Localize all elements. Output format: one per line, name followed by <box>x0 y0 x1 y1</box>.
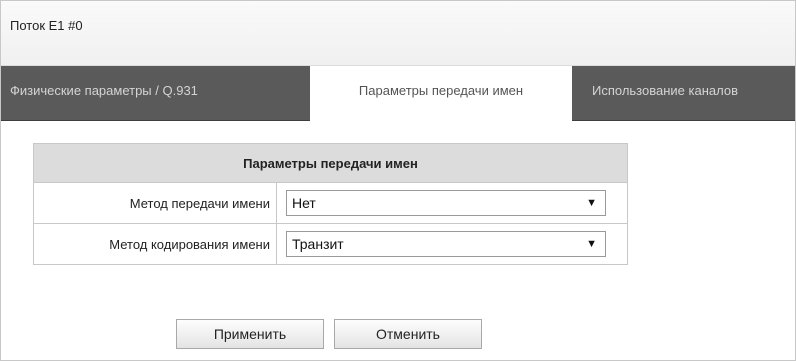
tab-name-transfer-params[interactable]: Параметры передачи имен <box>310 66 572 122</box>
cancel-button[interactable]: Отменить <box>334 319 482 349</box>
tab-physical-params[interactable]: Физические параметры / Q.931 <box>10 66 198 121</box>
name-transfer-method-label: Метод передачи имени <box>33 182 277 224</box>
params-table-header: Параметры передачи имен <box>33 143 628 183</box>
table-row: Метод кодирования имени Транзит ▼ <box>33 223 628 265</box>
chevron-down-icon: ▼ <box>586 197 597 209</box>
tab-channel-usage[interactable]: Использование каналов <box>592 66 738 121</box>
chevron-down-icon: ▼ <box>586 238 597 250</box>
name-transfer-method-select[interactable]: Нет ▼ <box>286 190 606 216</box>
window-title: Поток E1 #0 <box>10 18 83 33</box>
name-transfer-method-cell: Нет ▼ <box>276 182 628 224</box>
name-encoding-method-value: Транзит <box>292 236 344 252</box>
apply-button[interactable]: Применить <box>176 319 324 349</box>
window-titlebar: Поток E1 #0 <box>1 1 795 66</box>
name-encoding-method-cell: Транзит ▼ <box>276 223 628 265</box>
settings-window: Поток E1 #0 Физические параметры / Q.931… <box>0 0 796 361</box>
name-encoding-method-select[interactable]: Транзит ▼ <box>286 231 606 257</box>
name-transfer-method-value: Нет <box>292 195 316 211</box>
tab-bar: Физические параметры / Q.931 Параметры п… <box>1 66 795 122</box>
name-encoding-method-label: Метод кодирования имени <box>33 223 277 265</box>
table-row: Метод передачи имени Нет ▼ <box>33 182 628 224</box>
name-transfer-params-table: Параметры передачи имен Метод передачи и… <box>33 143 628 265</box>
